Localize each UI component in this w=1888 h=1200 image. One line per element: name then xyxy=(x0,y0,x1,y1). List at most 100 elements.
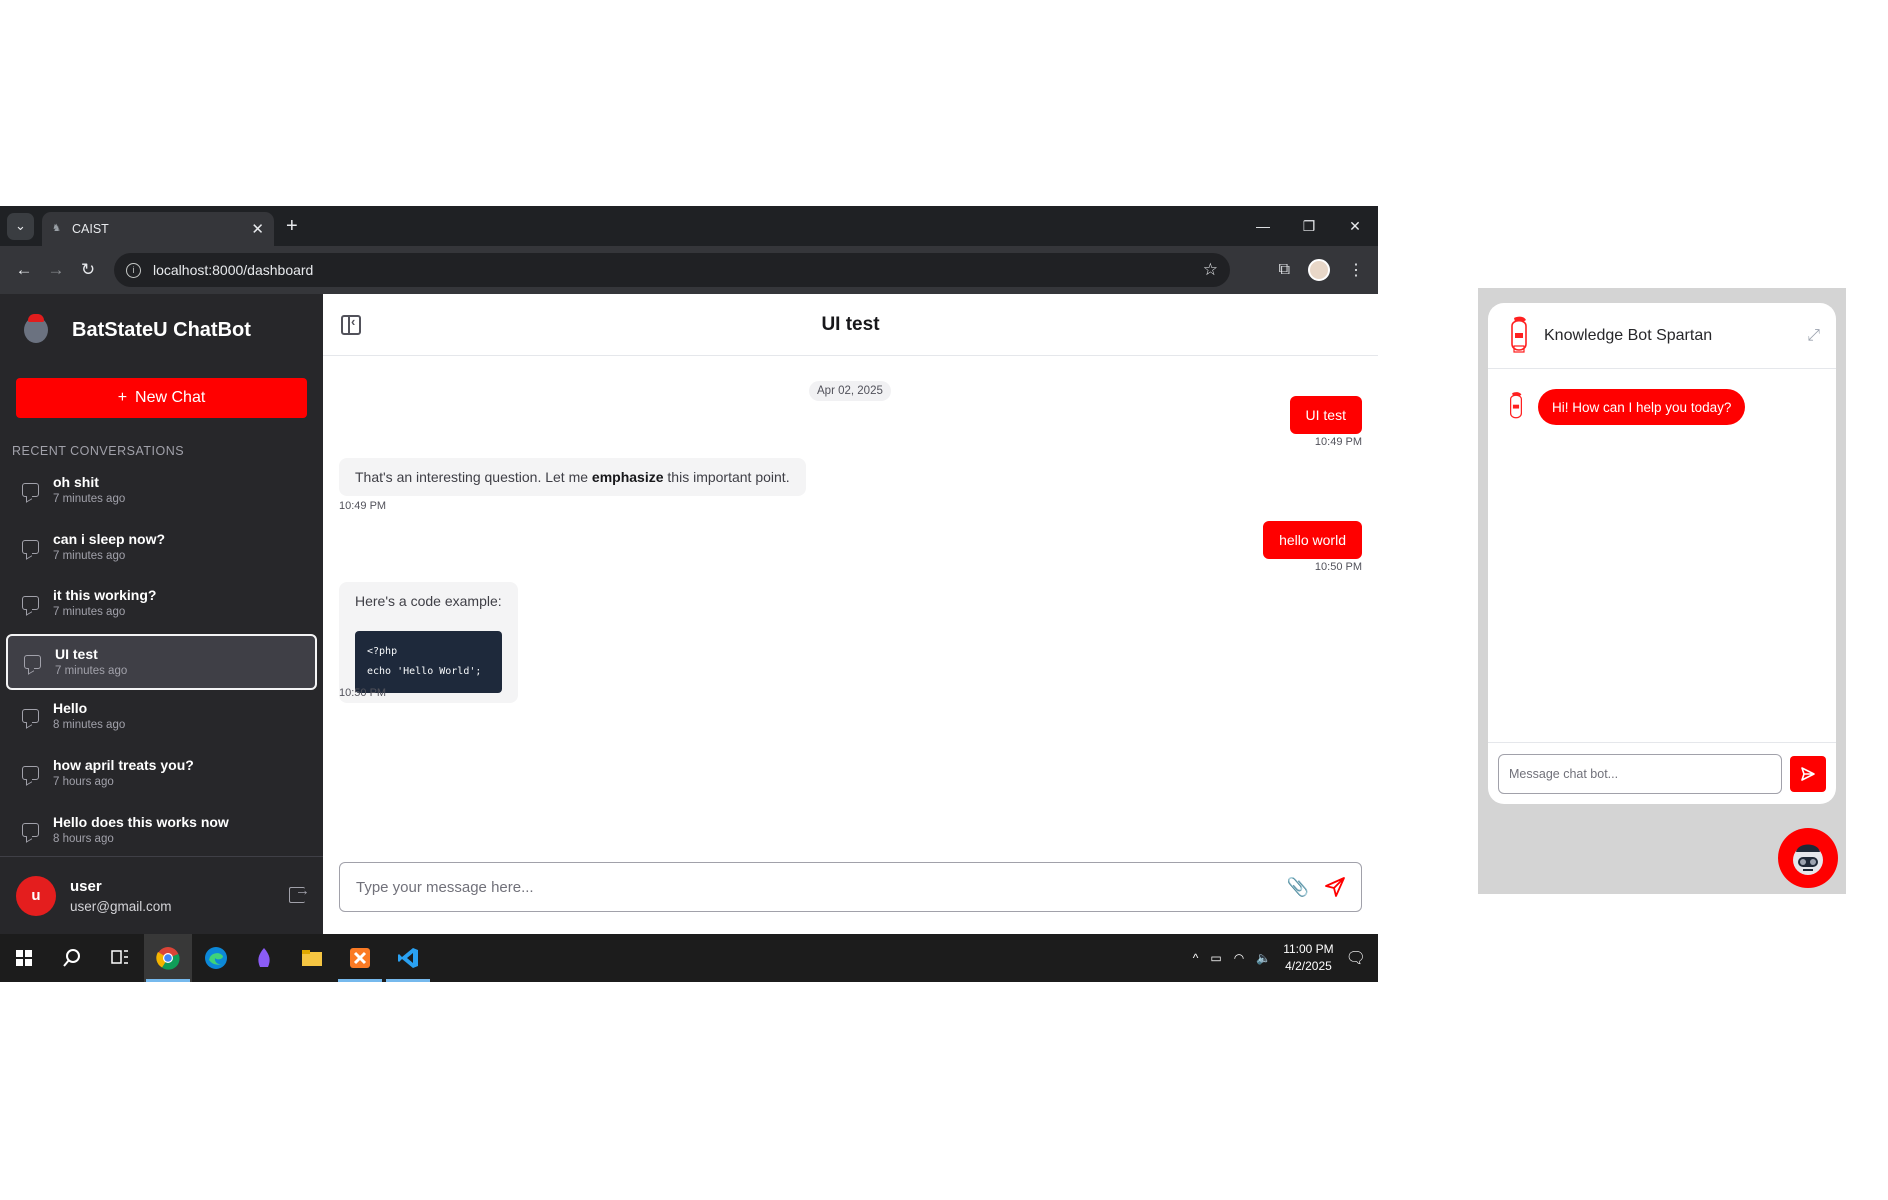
new-chat-button[interactable]: + New Chat xyxy=(16,378,307,418)
reload-icon[interactable]: ↻ xyxy=(72,260,104,280)
browser-window: ⌄ ♞ CAIST ✕ + — ❐ ✕ ← → ↻ i localhost:80… xyxy=(0,206,1378,982)
conversation-list: oh shit 7 minutes ago can i sleep now? 7 mi… xyxy=(0,464,323,860)
clock-date: 4/2/2025 xyxy=(1285,959,1332,973)
start-button[interactable] xyxy=(0,934,48,982)
user-email: user@gmail.com xyxy=(70,898,172,914)
conversation-time: 7 minutes ago xyxy=(53,549,126,562)
chat-widget: Knowledge Bot Spartan ⤢ Hi! How can I he… xyxy=(1488,303,1836,804)
message-time: 10:50 PM xyxy=(1314,561,1362,573)
message-time: 10:49 PM xyxy=(1314,436,1362,448)
bot-text: That's an interesting question. Let me xyxy=(355,469,592,485)
user-profile: u user user@gmail.com xyxy=(0,856,323,934)
brand: BatStateU ChatBot xyxy=(0,294,323,366)
expand-icon[interactable]: ⤢ xyxy=(1807,327,1820,345)
sidebar-toggle-icon[interactable] xyxy=(341,314,361,335)
new-tab-icon[interactable]: + xyxy=(286,215,298,238)
clock[interactable]: 11:00 PM 4/2/2025 xyxy=(1283,941,1333,975)
widget-greeting: Hi! How can I help you today? xyxy=(1538,389,1746,425)
brand-name: BatStateU ChatBot xyxy=(72,318,251,341)
widget-backdrop: Knowledge Bot Spartan ⤢ Hi! How can I he… xyxy=(1478,288,1846,894)
conversation-time: 7 hours ago xyxy=(53,775,114,788)
task-view-icon[interactable] xyxy=(96,934,144,982)
conversation-item[interactable]: Hello 8 minutes ago xyxy=(0,690,323,747)
profile-avatar[interactable] xyxy=(1308,259,1330,281)
extensions-icon[interactable]: ⧉ xyxy=(1279,261,1290,279)
conversation-time: 7 minutes ago xyxy=(55,664,128,677)
message-time: 10:50 PM xyxy=(339,687,387,699)
search-icon[interactable] xyxy=(48,934,96,982)
restore-icon[interactable]: ❐ xyxy=(1286,206,1332,246)
user-name: user xyxy=(70,877,102,895)
site-info-icon[interactable]: i xyxy=(126,262,141,278)
avatar[interactable]: u xyxy=(16,875,56,916)
chat-bubble-icon xyxy=(22,709,39,724)
widget-header: Knowledge Bot Spartan ⤢ xyxy=(1488,303,1836,369)
attach-icon[interactable]: 📎 xyxy=(1287,876,1309,898)
clock-time: 11:00 PM xyxy=(1283,942,1334,956)
chatbot-launcher-button[interactable] xyxy=(1778,828,1838,888)
conversation-title: UI test xyxy=(55,645,98,662)
forward-icon[interactable]: → xyxy=(40,260,72,280)
battery-icon[interactable]: ▭ xyxy=(1210,951,1221,965)
chat-bubble-icon xyxy=(22,765,39,780)
address-bar[interactable]: i localhost:8000/dashboard ☆ xyxy=(114,253,1230,287)
bot-avatar-icon xyxy=(1510,392,1522,419)
bot-text-end: this important point. xyxy=(663,469,790,485)
conversation-title: oh shit xyxy=(53,474,99,490)
widget-bot-message: Hi! How can I help you today? xyxy=(1506,389,1746,425)
app-taskbar-icon[interactable] xyxy=(240,934,288,982)
conversation-item[interactable]: Hello does this works now 8 hours ago xyxy=(0,804,323,861)
conversation-time: 7 minutes ago xyxy=(53,606,126,619)
chatbot-app: BatStateU ChatBot + New Chat RECENT CONV… xyxy=(0,294,1378,934)
message-composer: 📎 xyxy=(339,862,1362,912)
conversation-item[interactable]: it this working? 7 minutes ago xyxy=(0,577,323,634)
conversation-item[interactable]: can i sleep now? 7 minutes ago xyxy=(0,521,323,578)
robot-mascot-icon xyxy=(1793,844,1823,875)
conversation-title: can i sleep now? xyxy=(53,530,166,547)
tab-close-icon[interactable]: ✕ xyxy=(251,220,264,238)
edge-taskbar-icon[interactable] xyxy=(192,934,240,982)
file-explorer-icon[interactable] xyxy=(288,934,336,982)
close-window-icon[interactable]: ✕ xyxy=(1332,206,1378,246)
bookmark-star-icon[interactable]: ☆ xyxy=(1203,260,1218,280)
logout-icon[interactable] xyxy=(289,882,310,903)
tab-bar: ⌄ ♞ CAIST ✕ + — ❐ ✕ xyxy=(0,206,1378,246)
conversation-item[interactable]: how april treats you? 7 hours ago xyxy=(0,747,323,804)
chat-bubble-icon xyxy=(22,596,39,611)
xampp-taskbar-icon[interactable] xyxy=(336,934,384,982)
conversation-title: it this working? xyxy=(53,587,157,604)
system-tray: ^ ▭ ◠ 🔈 11:00 PM 4/2/2025 🗨 xyxy=(1193,934,1378,982)
widget-message-input[interactable] xyxy=(1498,753,1783,794)
date-separator: Apr 02, 2025 xyxy=(809,381,891,401)
sidebar: BatStateU ChatBot + New Chat RECENT CONV… xyxy=(0,294,323,934)
tab-favicon-icon: ♞ xyxy=(52,223,61,234)
volume-icon[interactable]: 🔈 xyxy=(1256,951,1271,965)
plus-icon: + xyxy=(117,389,128,406)
message-input[interactable] xyxy=(356,878,1287,896)
conversation-item[interactable]: oh shit 7 minutes ago xyxy=(0,464,323,521)
chat-main: UI test Apr 02, 2025 UI test 10:49 PM Th… xyxy=(323,294,1378,934)
chrome-taskbar-icon[interactable] xyxy=(144,934,192,982)
bot-emphasis: emphasize xyxy=(591,469,664,485)
tab-title: CAIST xyxy=(72,222,109,236)
chat-title: UI test xyxy=(821,313,880,335)
browser-tab[interactable]: ♞ CAIST ✕ xyxy=(42,212,274,246)
send-icon[interactable] xyxy=(1323,875,1347,899)
tray-overflow-icon[interactable]: ^ xyxy=(1193,951,1199,965)
widget-composer xyxy=(1488,742,1836,804)
spartan-logo-icon xyxy=(24,314,48,343)
conversation-item[interactable]: UI test 7 minutes ago xyxy=(6,633,317,691)
wifi-icon[interactable]: ◠ xyxy=(1234,951,1244,965)
conversation-time: 8 hours ago xyxy=(53,832,114,845)
chat-bubble-icon xyxy=(22,539,39,554)
tab-search-icon[interactable]: ⌄ xyxy=(7,212,34,240)
notifications-icon[interactable]: 🗨 xyxy=(1346,948,1366,968)
widget-send-button[interactable] xyxy=(1790,755,1826,792)
minimize-icon[interactable]: — xyxy=(1240,206,1286,246)
bot-message: Here's a code example: <?php echo 'Hello… xyxy=(339,582,518,703)
vscode-taskbar-icon[interactable] xyxy=(384,934,432,982)
back-icon[interactable]: ← xyxy=(8,260,40,280)
menu-kebab-icon[interactable]: ⋮ xyxy=(1348,260,1364,280)
recent-conversations-heading: RECENT CONVERSATIONS xyxy=(12,444,185,458)
url-text: localhost:8000/dashboard xyxy=(153,262,314,278)
